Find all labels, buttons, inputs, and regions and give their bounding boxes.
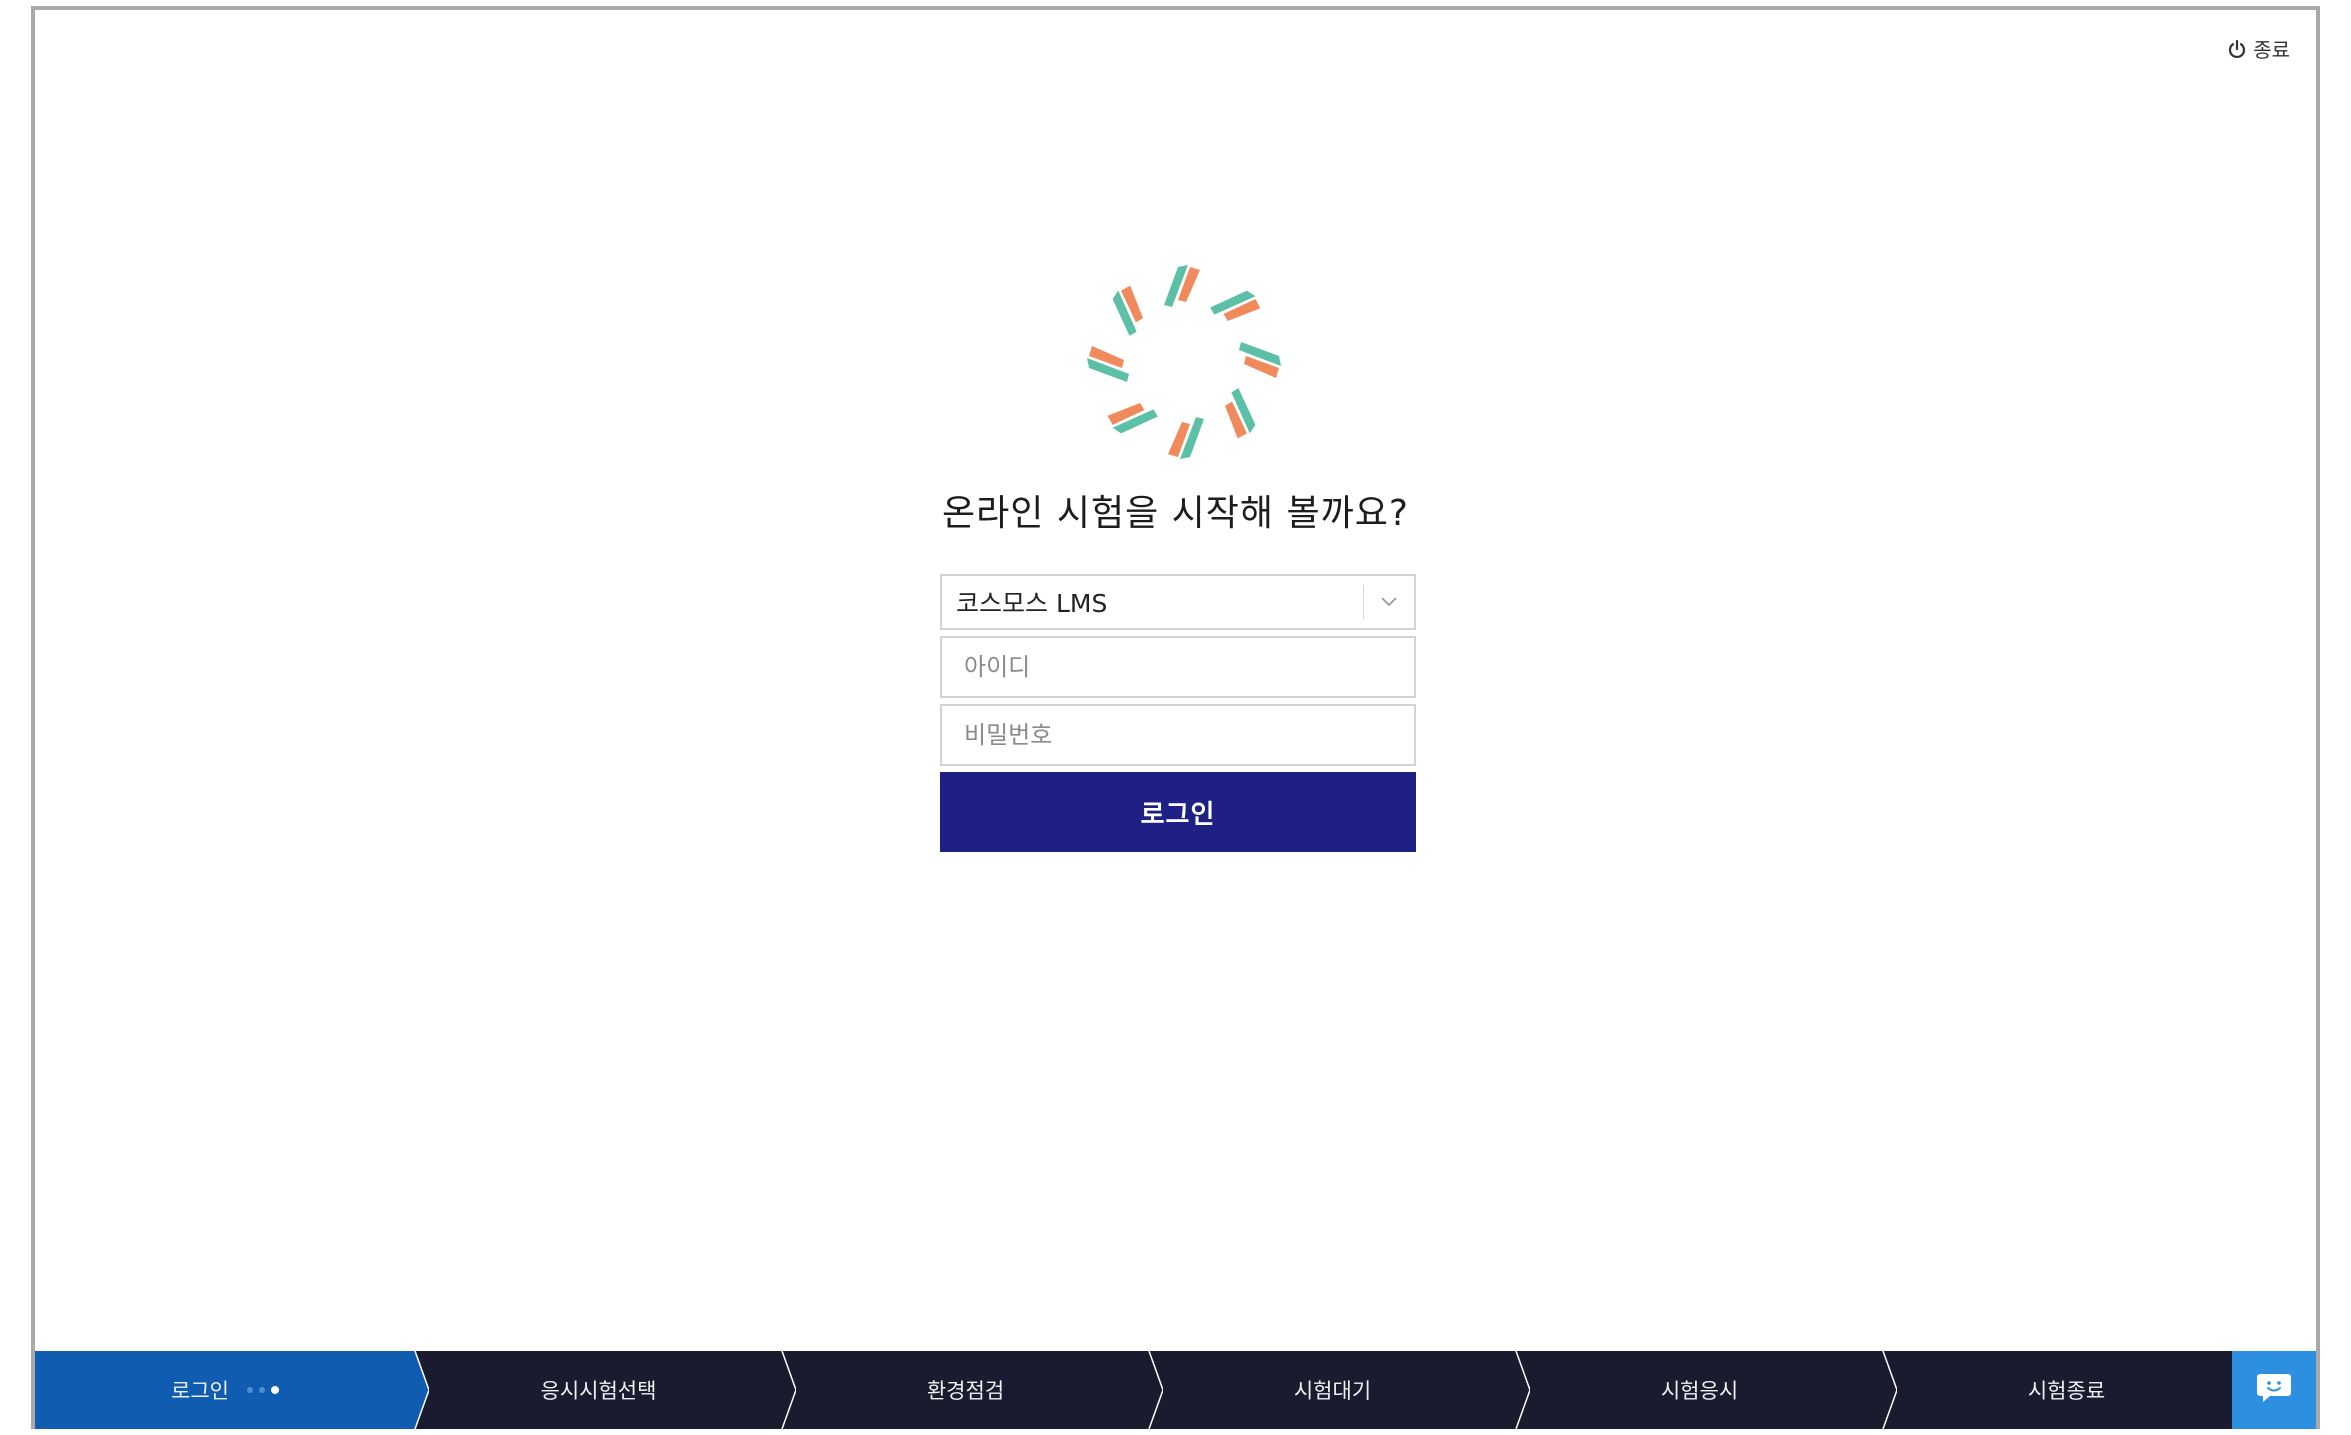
exit-button[interactable]: 종료 bbox=[2227, 34, 2290, 63]
logo-petal bbox=[1107, 403, 1158, 434]
id-field[interactable] bbox=[940, 636, 1416, 698]
power-icon bbox=[2227, 39, 2247, 59]
logo-petal bbox=[1168, 417, 1204, 459]
chevron-right-icon bbox=[781, 1351, 796, 1429]
dot bbox=[270, 1386, 279, 1394]
step-label: 시험종료 bbox=[2027, 1379, 2106, 1403]
password-input[interactable] bbox=[962, 720, 1414, 750]
site-select[interactable]: 코스모스 LMS bbox=[940, 574, 1416, 630]
progress-step-bar: 로그인 응시시험선택 환경점검 시험대기 시험응시 시험종료 bbox=[35, 1351, 2316, 1429]
step-label: 로그인 bbox=[171, 1379, 229, 1403]
step-select-exam: 응시시험선택 bbox=[415, 1351, 796, 1429]
step-label: 시험대기 bbox=[1293, 1379, 1372, 1403]
logo-petal bbox=[1164, 265, 1200, 307]
step-environment-check: 환경점검 bbox=[782, 1351, 1163, 1429]
step-exam-end: 시험종료 bbox=[1883, 1351, 2250, 1429]
site-select-value: 코스모스 LMS bbox=[956, 589, 1108, 618]
step-progress-dots bbox=[246, 1386, 279, 1394]
dot bbox=[246, 1387, 253, 1393]
logo-petal bbox=[1087, 346, 1129, 382]
logo-petal bbox=[1225, 388, 1256, 439]
app-frame: 종료 온라인 시험을 시작해 볼까요? 코스모스 LMS 로그인 로그인 bbox=[31, 6, 2320, 1429]
chevron-right-icon bbox=[413, 1351, 429, 1429]
logo-petal bbox=[1112, 285, 1143, 336]
step-label: 시험응시 bbox=[1660, 1379, 1739, 1403]
login-button[interactable]: 로그인 bbox=[940, 772, 1416, 852]
step-label: 응시시험선택 bbox=[540, 1379, 657, 1403]
chevron-down-icon[interactable] bbox=[1364, 597, 1414, 607]
dot bbox=[258, 1387, 265, 1393]
chevron-right-icon bbox=[1882, 1351, 1897, 1429]
step-take-exam: 시험응시 bbox=[1516, 1351, 1897, 1429]
chat-button[interactable] bbox=[2232, 1351, 2316, 1429]
chevron-right-icon bbox=[1148, 1351, 1163, 1429]
logo-petal bbox=[1239, 342, 1281, 378]
chat-bubble-icon bbox=[2256, 1372, 2292, 1408]
page-title: 온라인 시험을 시작해 볼까요? bbox=[942, 493, 1409, 534]
login-form: 코스모스 LMS 로그인 bbox=[940, 574, 1416, 852]
password-field[interactable] bbox=[940, 704, 1416, 766]
cosmos-flower-logo bbox=[1079, 257, 1289, 467]
chevron-right-icon bbox=[1515, 1351, 1530, 1429]
step-exam-wait: 시험대기 bbox=[1149, 1351, 1530, 1429]
id-input[interactable] bbox=[962, 652, 1414, 682]
logo-petal bbox=[1210, 290, 1261, 321]
exit-label: 종료 bbox=[2253, 38, 2290, 62]
step-label: 환경점검 bbox=[926, 1379, 1005, 1403]
step-login: 로그인 bbox=[35, 1351, 429, 1429]
